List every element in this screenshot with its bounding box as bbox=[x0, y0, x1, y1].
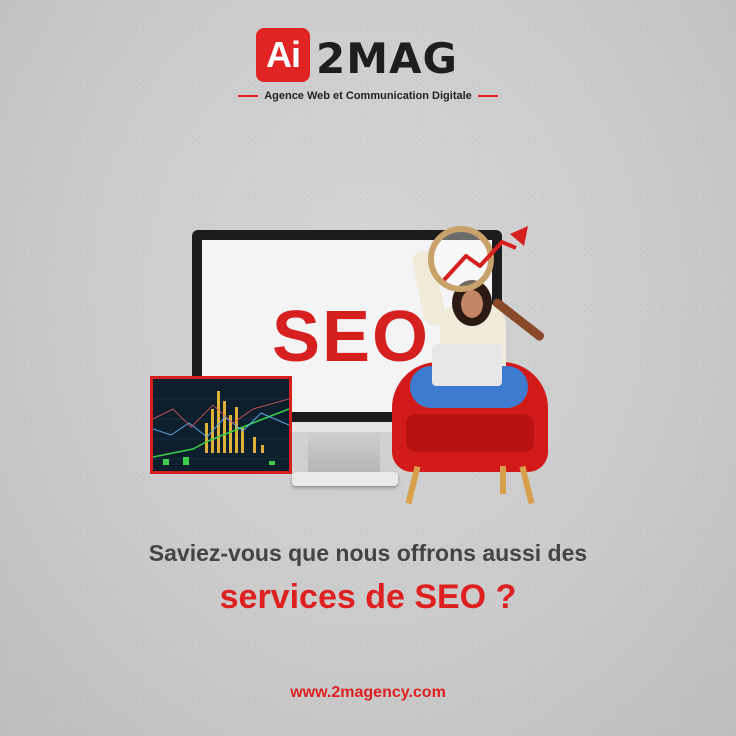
logo-wordmark: 2MAG bbox=[316, 34, 458, 83]
tagline-dash-right bbox=[477, 95, 498, 98]
website-link[interactable]: www.2magency.com bbox=[0, 684, 736, 702]
laptop-icon bbox=[432, 344, 502, 386]
brand-logo: Ai 2MAG bbox=[256, 28, 486, 88]
armchair-seat bbox=[406, 414, 534, 452]
stock-chart-tablet bbox=[150, 376, 292, 474]
tagline-dash-left bbox=[238, 95, 259, 98]
stock-chart-graphic bbox=[152, 391, 290, 465]
armchair-leg-back bbox=[500, 466, 506, 494]
monitor-seo-text: SEO bbox=[272, 297, 431, 377]
logo-mark: Ai bbox=[256, 28, 310, 82]
headline-question: Saviez-vous que nous offrons aussi des bbox=[148, 540, 588, 566]
woman-face bbox=[461, 290, 483, 318]
tagline-text: Agence Web et Communication Digitale bbox=[264, 90, 472, 102]
monitor-stand bbox=[308, 432, 380, 474]
headline-highlight: services de SEO ? bbox=[219, 578, 517, 616]
growth-arrow-icon bbox=[442, 226, 528, 282]
brand-tagline: Agence Web et Communication Digitale bbox=[0, 90, 736, 102]
monitor-base bbox=[292, 472, 398, 486]
